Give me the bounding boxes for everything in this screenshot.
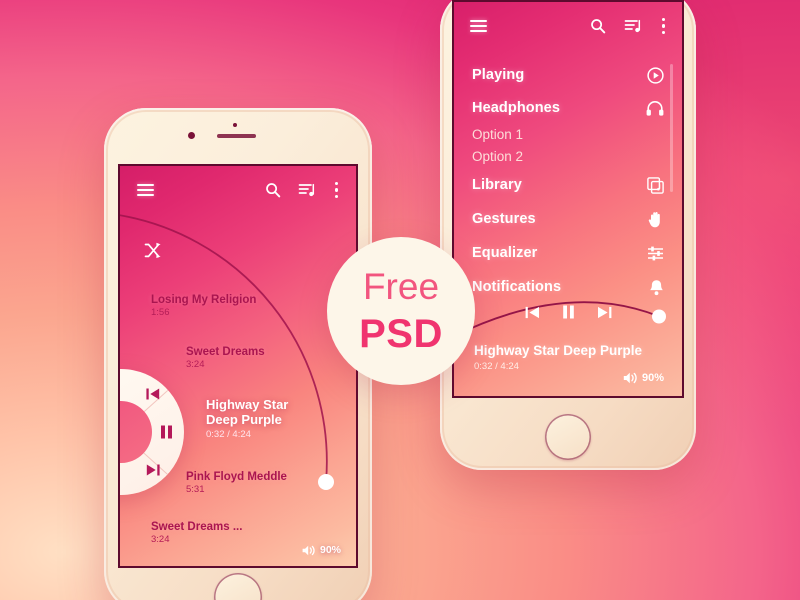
track-title-line2: Deep Purple bbox=[206, 411, 282, 427]
track-item[interactable]: Losing My Religion 1:56 bbox=[151, 294, 256, 318]
earpiece-speaker bbox=[217, 134, 256, 138]
now-playing-title-right: Highway Star Deep Purple 0:32 / 4:24 bbox=[474, 343, 643, 372]
track-title: Losing My Religion bbox=[151, 294, 257, 306]
more-vertical-icon[interactable] bbox=[662, 17, 666, 35]
transport-controls-right bbox=[454, 305, 682, 319]
shuffle-icon[interactable] bbox=[144, 242, 162, 259]
volume-indicator-left[interactable]: 90% bbox=[302, 544, 341, 556]
track-duration: 0:32 / 4:24 bbox=[206, 429, 251, 440]
track-duration: 3:24 bbox=[151, 534, 170, 545]
play-circle-icon bbox=[647, 66, 664, 84]
proximity-sensor bbox=[233, 123, 237, 127]
track-title: Sweet Dreams ... bbox=[151, 521, 243, 533]
drawer-item-headphones[interactable]: Headphones bbox=[472, 95, 664, 121]
badge-line-1: Free bbox=[362, 266, 440, 307]
drawer-label: Gestures bbox=[472, 211, 536, 227]
volume-indicator-right[interactable]: 90% bbox=[623, 372, 664, 384]
track-item-current[interactable]: Highway Star Deep Purple 0:32 / 4:24 bbox=[206, 397, 289, 440]
drawer-item-gestures[interactable]: Gestures bbox=[472, 206, 664, 232]
track-duration: 5:31 bbox=[186, 484, 205, 495]
equalizer-icon bbox=[647, 246, 664, 261]
drawer-label: Library bbox=[472, 177, 522, 193]
hamburger-menu-icon[interactable] bbox=[137, 183, 154, 197]
progress-arc-right[interactable] bbox=[454, 260, 682, 340]
drawer-label: Headphones bbox=[472, 100, 561, 116]
next-track-button[interactable] bbox=[144, 461, 162, 479]
playlist-queue-icon[interactable] bbox=[624, 19, 643, 34]
drawer-label: Equalizer bbox=[472, 245, 538, 261]
track-title-line1: Highway Star bbox=[206, 397, 289, 412]
screenshot-root: Playing Headphones Option 1 Option 2 Lib… bbox=[0, 0, 800, 600]
playlist-queue-icon[interactable] bbox=[298, 183, 317, 198]
drawer-sublabel: Option 1 bbox=[472, 126, 524, 142]
phone-left-screen: Losing My Religion 1:56 Sweet Dreams 3:2… bbox=[120, 166, 356, 566]
phone-right-screen: Playing Headphones Option 1 Option 2 Lib… bbox=[454, 2, 682, 396]
phone-left: Losing My Religion 1:56 Sweet Dreams 3:2… bbox=[104, 108, 372, 600]
track-item[interactable]: Pink Floyd Meddle 5:31 bbox=[186, 471, 287, 495]
hand-icon bbox=[648, 211, 664, 228]
speaker-icon bbox=[302, 545, 315, 556]
volume-value-left: 90% bbox=[319, 544, 341, 556]
appbar-left bbox=[120, 166, 356, 214]
pause-button[interactable] bbox=[157, 423, 175, 441]
appbar-right bbox=[454, 2, 682, 50]
search-icon[interactable] bbox=[265, 182, 281, 198]
drawer-item-option-2[interactable]: Option 2 bbox=[472, 145, 664, 167]
more-vertical-icon[interactable] bbox=[335, 181, 339, 199]
previous-track-button[interactable] bbox=[144, 385, 162, 403]
badge-line-2: PSD bbox=[359, 312, 443, 356]
track-duration: 1:56 bbox=[151, 307, 170, 318]
track-title: Pink Floyd Meddle bbox=[186, 471, 287, 483]
home-button-right[interactable] bbox=[545, 414, 591, 460]
phone-right: Playing Headphones Option 1 Option 2 Lib… bbox=[440, 0, 696, 470]
drawer-sublabel: Option 2 bbox=[472, 148, 524, 164]
front-camera bbox=[188, 132, 195, 139]
library-music-icon bbox=[647, 176, 664, 194]
drawer-item-playing[interactable]: Playing bbox=[472, 62, 664, 88]
volume-value-right: 90% bbox=[641, 372, 664, 384]
headphones-icon bbox=[646, 100, 664, 116]
previous-track-button[interactable] bbox=[525, 306, 540, 319]
search-icon[interactable] bbox=[590, 18, 606, 34]
drawer-item-option-1[interactable]: Option 1 bbox=[472, 123, 664, 145]
speaker-icon bbox=[623, 372, 637, 384]
now-playing-time-right: 0:32 / 4:24 bbox=[474, 361, 519, 372]
free-psd-badge: Free PSD bbox=[327, 237, 475, 385]
track-duration: 3:24 bbox=[186, 359, 205, 370]
drawer-scrollbar[interactable] bbox=[670, 64, 673, 192]
track-item[interactable]: Sweet Dreams 3:24 bbox=[186, 346, 265, 370]
track-title: Sweet Dreams bbox=[186, 346, 265, 358]
track-item[interactable]: Sweet Dreams ... 3:24 bbox=[151, 521, 242, 545]
hamburger-menu-icon[interactable] bbox=[470, 19, 487, 33]
pause-button[interactable] bbox=[562, 305, 575, 319]
next-track-button[interactable] bbox=[597, 306, 612, 319]
drawer-label: Playing bbox=[472, 67, 525, 83]
drawer-item-library[interactable]: Library bbox=[472, 172, 664, 198]
